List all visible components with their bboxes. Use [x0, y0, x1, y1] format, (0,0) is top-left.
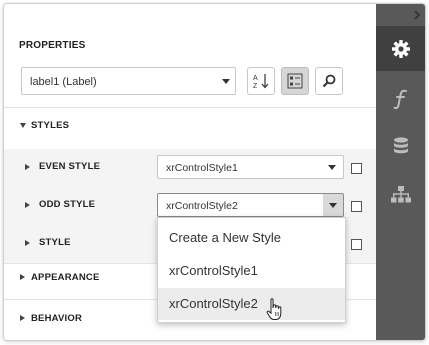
even-style-checkbox[interactable]: [351, 163, 362, 174]
object-selector[interactable]: label1 (Label): [21, 67, 236, 95]
dropdown-item-xrcontrolstyle1[interactable]: xrControlStyle1: [158, 255, 345, 287]
section-label-behavior: BEHAVIOR: [31, 313, 83, 324]
divider: [4, 107, 376, 108]
database-icon: [393, 136, 408, 153]
tab-data-source[interactable]: [376, 124, 425, 169]
properties-window: PROPERTIES label1 (Label) A Z STYLES EVE…: [3, 3, 426, 341]
tab-expressions[interactable]: [376, 76, 425, 121]
odd-style-checkbox[interactable]: [351, 201, 362, 212]
odd-style-value: xrControlStyle2: [166, 200, 238, 212]
tab-properties[interactable]: [376, 26, 425, 71]
panel-title: PROPERTIES: [19, 40, 86, 51]
property-label: EVEN STYLE: [39, 161, 101, 172]
side-tab-bar: [376, 4, 425, 340]
categorized-view-button[interactable]: [281, 67, 309, 95]
search-icon: [322, 74, 336, 88]
odd-style-select[interactable]: xrControlStyle2: [157, 193, 344, 217]
chevron-down-icon: [329, 203, 337, 208]
gear-icon: [391, 39, 410, 58]
section-label-styles: STYLES: [31, 120, 70, 131]
properties-panel: PROPERTIES label1 (Label) A Z STYLES EVE…: [4, 4, 376, 340]
chevron-down-icon: [222, 79, 230, 84]
collapse-panel-button[interactable]: [409, 8, 425, 22]
property-label: STYLE: [39, 237, 71, 248]
object-selector-value: label1 (Label): [30, 76, 97, 88]
chevron-down-icon: [328, 165, 336, 170]
expand-arrow-icon: [20, 274, 25, 280]
hand-cursor-icon: [266, 298, 282, 320]
hierarchy-icon: [390, 185, 411, 202]
sort-alphabetical-button[interactable]: A Z: [247, 67, 275, 95]
chevron-right-icon: [414, 10, 421, 20]
even-style-value: xrControlStyle1: [166, 162, 238, 174]
tab-report-explorer[interactable]: [376, 172, 425, 217]
expand-arrow-icon: [20, 123, 26, 128]
categorized-list-icon: [287, 73, 303, 89]
dropdown-item-label: xrControlStyle2: [169, 296, 258, 311]
dropdown-item-label: Create a New Style: [169, 230, 281, 245]
dropdown-item-create-style[interactable]: Create a New Style: [158, 222, 345, 254]
even-style-select[interactable]: xrControlStyle1: [157, 155, 344, 179]
property-row-even-style: EVEN STYLE xrControlStyle1: [4, 149, 376, 187]
style-checkbox[interactable]: [351, 239, 362, 250]
expand-arrow-icon[interactable]: [25, 164, 30, 170]
sort-alpha-icon: A Z: [253, 74, 269, 90]
function-icon: [393, 89, 407, 109]
dropdown-button[interactable]: [323, 194, 343, 216]
search-button[interactable]: [315, 67, 343, 95]
property-label: ODD STYLE: [39, 199, 96, 210]
expand-arrow-icon: [20, 315, 25, 321]
section-label-appearance: APPEARANCE: [31, 272, 100, 283]
svg-text:A: A: [253, 75, 258, 82]
svg-text:Z: Z: [253, 83, 258, 90]
style-dropdown-list: Create a New Style xrControlStyle1 xrCon…: [157, 217, 346, 323]
expand-arrow-icon[interactable]: [25, 202, 30, 208]
dropdown-item-xrcontrolstyle2[interactable]: xrControlStyle2: [158, 288, 345, 320]
dropdown-item-label: xrControlStyle1: [169, 263, 258, 278]
expand-arrow-icon[interactable]: [25, 240, 30, 246]
